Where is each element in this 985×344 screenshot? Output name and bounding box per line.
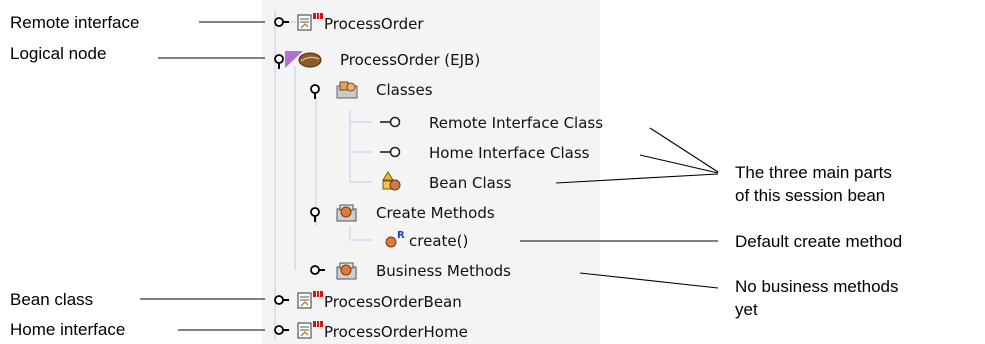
methods-folder-icon [336,204,357,222]
tree-node-label[interactable]: Remote Interface Class [429,114,603,132]
interface-source-icon [297,321,323,339]
callout-main-parts: of this session bean [735,186,885,205]
remote-badge-icon: R [397,230,405,241]
collapse-handle-n7[interactable] [310,207,320,222]
callout-home-interface: Home interface [10,320,125,339]
leader-line [555,173,719,184]
interface-source-icon [297,13,323,31]
expand-handle-n10[interactable] [274,295,289,305]
callout-main-parts: The three main parts [735,163,892,182]
tree-node-label[interactable]: ProcessOrder (EJB) [340,51,480,69]
tree-node-label[interactable]: create() [409,232,468,250]
tree-node-label[interactable]: ProcessOrder [324,15,424,33]
collapse-handle-n3[interactable] [310,84,320,99]
expand-handle-n11[interactable] [274,325,289,335]
tree-node-label[interactable]: ProcessOrderHome [324,323,468,341]
methods-folder-icon [336,262,357,280]
callout-default-create: Default create method [735,232,902,251]
bean-class-icon [382,171,401,191]
callout-logical-node: Logical node [10,44,106,63]
method-icon [385,236,397,248]
tree-node-label[interactable]: Business Methods [376,262,511,280]
tree-node-label[interactable]: Create Methods [376,204,495,222]
tree-node-label[interactable]: ProcessOrderBean [324,293,462,311]
bean-logical-node-icon [298,52,322,68]
interface-source-icon [297,291,323,309]
interface-connector-icon [380,116,401,128]
diagram-canvas: R ProcessOrder ProcessOrder (EJB) Classe… [10,10,902,341]
interface-connector-icon [380,146,401,158]
tree-node-label[interactable]: Bean Class [429,174,512,192]
expand-handle-n1[interactable] [274,17,289,27]
callout-bean-class: Bean class [10,290,93,309]
tree-node-label[interactable]: Classes [376,81,433,99]
tree-node-label[interactable]: Home Interface Class [429,144,590,162]
callout-no-business-methods: No business methods [735,277,898,296]
classes-folder-icon [336,81,358,99]
leader-line [579,272,719,289]
collapse-handle-n2[interactable] [274,54,284,69]
expand-handle-n9[interactable] [310,265,325,275]
callout-remote-interface: Remote interface [10,13,139,32]
callout-no-business-methods: yet [735,300,758,319]
